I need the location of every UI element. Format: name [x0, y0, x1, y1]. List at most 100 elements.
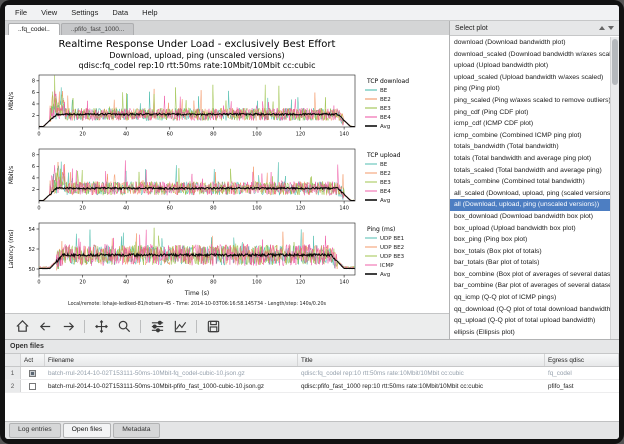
menu-settings[interactable]: Settings — [64, 6, 105, 19]
filename-cell[interactable]: batch-rrul-2014-10-02T153111-50ms-10Mbit… — [45, 370, 298, 377]
subplots-config-icon[interactable] — [147, 317, 167, 337]
svg-text:120: 120 — [296, 280, 306, 286]
plot-list-item[interactable]: totals_combine (Combined total bandwidth… — [450, 176, 619, 188]
filename-cell[interactable]: batch-rrul-2014-10-02T153111-50ms-10Mbit… — [45, 383, 298, 390]
svg-text:6: 6 — [32, 90, 35, 96]
svg-text:UDP BE3: UDP BE3 — [380, 254, 405, 260]
bottom-tab-log-entries[interactable]: Log entries — [9, 423, 61, 438]
egress-qdisc-cell[interactable]: fq_codel — [545, 370, 619, 377]
plot-list-item[interactable]: icmp_cdf (ICMP CDF plot) — [450, 118, 619, 130]
title-cell[interactable]: qdisc:fq_codel rep:10 rtt:50ms rate:10Mb… — [298, 370, 545, 377]
svg-text:Avg: Avg — [380, 124, 390, 130]
plot-config-icon[interactable] — [170, 317, 190, 337]
svg-text:40: 40 — [123, 280, 129, 286]
plot-subtitle2: qdisc:fq_codel rep:10 rtt:50ms rate:10Mb… — [5, 61, 389, 71]
bottom-tab-open-files[interactable]: Open files — [63, 423, 112, 438]
plot-list-item[interactable]: box_download (Download bandwidth box plo… — [450, 211, 619, 223]
plot-list-item[interactable]: box_ping (Ping box plot) — [450, 234, 619, 246]
plot-list-item[interactable]: upload_scaled (Upload bandwidth w/axes s… — [450, 72, 619, 84]
plot-title-block: Realtime Response Under Load - exclusive… — [5, 38, 389, 71]
svg-text:BE4: BE4 — [380, 115, 391, 121]
column-header-Act[interactable]: Act — [21, 354, 45, 366]
svg-text:140: 140 — [339, 280, 349, 286]
plot-canvas[interactable]: Realtime Response Under Load - exclusive… — [5, 35, 449, 313]
plot-list-item[interactable]: qq_download (Q-Q plot of total download … — [450, 304, 619, 316]
plot-list-item[interactable]: download_scaled (Download bandwidth w/ax… — [450, 49, 619, 61]
bottom-tab-metadata[interactable]: Metadata — [113, 423, 159, 438]
table-row[interactable]: 2batch-rrul-2014-10-02T153111-50ms-10Mbi… — [5, 380, 619, 393]
plot-selector-title: Select plot — [455, 25, 488, 32]
column-header-Egress qdisc[interactable]: Egress qdisc — [545, 354, 619, 366]
plot-list-item[interactable]: icmp_combine (Combined ICMP ping plot) — [450, 130, 619, 142]
svg-text:Ping (ms): Ping (ms) — [367, 226, 395, 233]
svg-text:140: 140 — [339, 206, 349, 212]
plot-list-item[interactable]: totals_bandwidth (Total bandwidth) — [450, 141, 619, 153]
menu-file[interactable]: File — [8, 6, 34, 19]
chart-tcp-upload: 0204060801001201402468Mbit/sTCP uploadBE… — [5, 145, 447, 219]
zoom-icon[interactable] — [114, 317, 134, 337]
plot-list-item[interactable]: bar_combine (Bar plot of averages of sev… — [450, 280, 619, 292]
svg-text:0: 0 — [37, 206, 40, 212]
menu-help[interactable]: Help — [135, 6, 164, 19]
plot-list-item[interactable]: all (Download, upload, ping (unscaled ve… — [450, 199, 619, 211]
active-checkbox[interactable] — [29, 383, 36, 390]
svg-text:50: 50 — [29, 267, 35, 273]
svg-text:54: 54 — [29, 227, 35, 233]
egress-qdisc-cell[interactable]: pfifo_fast — [545, 383, 619, 390]
table-body: 1batch-rrul-2014-10-02T153111-50ms-10Mbi… — [5, 367, 619, 393]
column-header-Title[interactable]: Title — [298, 354, 545, 366]
plot-list-item[interactable]: ellipsis (Ellipsis plot) — [450, 327, 619, 339]
svg-text:20: 20 — [79, 206, 85, 212]
save-icon[interactable] — [203, 317, 223, 337]
plot-list-item[interactable]: box_totals (Box plot of totals) — [450, 246, 619, 258]
svg-text:0: 0 — [37, 132, 40, 138]
column-header-Filename[interactable]: Filename — [45, 354, 298, 366]
svg-text:TCP upload: TCP upload — [366, 152, 401, 159]
svg-text:BE3: BE3 — [380, 106, 391, 112]
plot-list-scrollbar[interactable] — [610, 37, 619, 339]
plot-caption: Local/remote: lohaje-lediked-81/hotserv-… — [5, 301, 389, 309]
plot-list-item[interactable]: all_scaled (Download, upload, ping (scal… — [450, 188, 619, 200]
chart-tcp-download: 0204060801001201402468Mbit/sTCP download… — [5, 71, 447, 145]
active-checkbox[interactable] — [29, 370, 36, 377]
plot-list-item[interactable]: box_combine (Box plot of averages of sev… — [450, 269, 619, 281]
doc-tab[interactable]: ..pfifo_fast_1000... — [61, 23, 134, 36]
forward-icon[interactable] — [58, 317, 78, 337]
svg-text:60: 60 — [167, 280, 173, 286]
plot-list-item[interactable]: bar_totals (Bar plot of totals) — [450, 257, 619, 269]
scrollbar-thumb[interactable] — [612, 39, 618, 85]
plot-pane: ..fq_codel....pfifo_fast_1000... Realtim… — [5, 21, 449, 339]
svg-text:100: 100 — [252, 280, 262, 286]
open-files-title: Open files — [10, 343, 44, 350]
plot-list-item[interactable]: qq_icmp (Q-Q plot of ICMP pings) — [450, 292, 619, 304]
scroll-up-icon[interactable] — [599, 26, 605, 30]
svg-text:Avg: Avg — [380, 198, 390, 204]
plot-list-item[interactable]: box_upload (Upload bandwidth box plot) — [450, 223, 619, 235]
table-row[interactable]: 1batch-rrul-2014-10-02T153111-50ms-10Mbi… — [5, 367, 619, 380]
svg-text:BE3: BE3 — [380, 180, 391, 186]
scroll-down-icon[interactable] — [608, 26, 614, 30]
svg-text:20: 20 — [79, 132, 85, 138]
svg-text:52: 52 — [29, 247, 35, 253]
svg-text:60: 60 — [167, 132, 173, 138]
svg-text:120: 120 — [296, 206, 306, 212]
menu-data[interactable]: Data — [105, 6, 135, 19]
svg-text:Mbit/s: Mbit/s — [8, 92, 15, 110]
doc-tab[interactable]: ..fq_codel.. — [8, 23, 60, 36]
plot-list-item[interactable]: totals (Total bandwidth and average ping… — [450, 153, 619, 165]
plot-list-item[interactable]: totals_scaled (Total bandwidth and avera… — [450, 165, 619, 177]
column-header-num[interactable] — [5, 354, 21, 366]
plot-list-item[interactable]: ping_scaled (Ping w/axes scaled to remov… — [450, 95, 619, 107]
svg-text:2: 2 — [32, 113, 35, 119]
home-icon[interactable] — [12, 317, 32, 337]
plot-list-item[interactable]: download (Download bandwidth plot) — [450, 37, 619, 49]
pan-icon[interactable] — [91, 317, 111, 337]
plot-list-item[interactable]: ping (Ping plot) — [450, 83, 619, 95]
plot-list-item[interactable]: qq_upload (Q-Q plot of total upload band… — [450, 315, 619, 327]
menu-view[interactable]: View — [34, 6, 64, 19]
svg-text:4: 4 — [32, 176, 35, 182]
plot-list-item[interactable]: upload (Upload bandwidth plot) — [450, 60, 619, 72]
plot-list-item[interactable]: ping_cdf (Ping CDF plot) — [450, 107, 619, 119]
back-icon[interactable] — [35, 317, 55, 337]
title-cell[interactable]: qdisc:pfifo_fast_1000 rep:10 rtt:50ms ra… — [298, 383, 545, 390]
